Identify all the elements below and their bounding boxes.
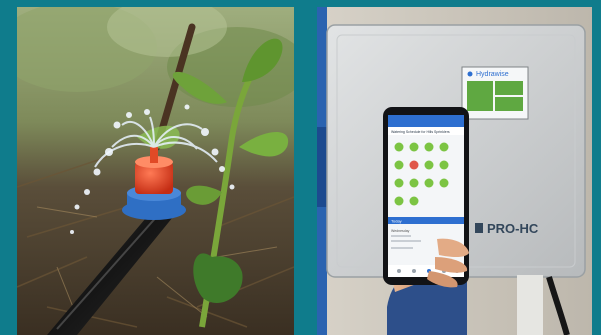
nav-home-icon <box>397 269 401 273</box>
controller-logo-mark <box>475 223 483 233</box>
phone-day-label: Wednesday <box>391 229 410 233</box>
smartphone: Watering Schedule for Hills Sprinklers T <box>383 107 469 285</box>
controller-brand: Hydrawise <box>476 71 509 78</box>
controller-model: PRO-HC <box>487 221 539 236</box>
phone-header: Watering Schedule for Hills Sprinklers <box>391 130 450 134</box>
controller-screen: Hydrawise <box>461 66 529 120</box>
nav-zones-icon <box>412 269 416 273</box>
drip-emitter-photo <box>17 7 294 335</box>
phone-section-label: Today <box>391 219 402 224</box>
controller-photo: Hydrawise PRO-HC Watering Schedule for H… <box>317 7 592 335</box>
controller-illustration: Hydrawise PRO-HC Watering Schedule for H… <box>317 7 592 335</box>
settings-tile <box>495 81 523 95</box>
status-tile <box>495 97 523 111</box>
zones-tile <box>467 81 493 111</box>
water-drop-icon <box>467 71 473 77</box>
drip-emitter-illustration <box>17 7 294 335</box>
